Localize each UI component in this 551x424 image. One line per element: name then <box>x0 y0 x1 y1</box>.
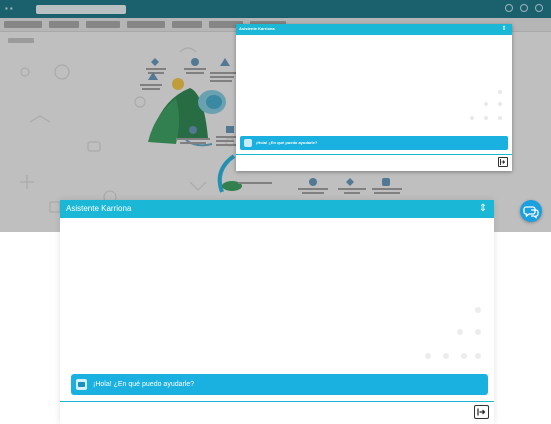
chat-input-divider <box>60 401 494 402</box>
chat-watermark-icon <box>470 90 502 120</box>
chat-title: Asistente Karriona <box>66 204 132 213</box>
chat-header[interactable]: Asistente Karriona ⇕ <box>60 200 494 218</box>
chat-greeting: ¡Hola! ¿En qué puedo ayudarle? <box>93 381 195 388</box>
chat-bubbles-icon <box>523 206 539 219</box>
chevron-icon[interactable]: ⇕ <box>478 203 488 215</box>
screen: ▪▪ Asistente Karriona ⇕ ¡Hola! ¿En qué p… <box>0 0 551 424</box>
chat-header: Asistente Karriona ⇕ <box>236 24 512 35</box>
chat-launcher-button[interactable] <box>520 200 542 222</box>
send-icon[interactable] <box>498 157 508 167</box>
chat-message-bubble: ¡Hola! ¿En qué puedo ayudarle? <box>71 374 488 395</box>
chevron-icon[interactable]: ⇕ <box>501 26 507 33</box>
chat-input-divider <box>236 154 512 155</box>
chat-window-preview: Asistente Karriona ⇕ ¡Hola! ¿En qué pued… <box>236 24 512 171</box>
bot-avatar-icon <box>76 379 87 390</box>
chat-greeting: ¡Hola! ¿En qué puedo ayudarle? <box>256 140 318 145</box>
bot-avatar-icon <box>244 139 252 147</box>
chat-watermark-icon <box>425 307 481 359</box>
send-icon[interactable] <box>474 405 489 419</box>
chat-title: Asistente Karriona <box>239 26 275 31</box>
chat-message-bubble: ¡Hola! ¿En qué puedo ayudarle? <box>240 136 508 150</box>
chat-window: Asistente Karriona ⇕ ¡Hola! ¿En qué pued… <box>60 200 494 424</box>
